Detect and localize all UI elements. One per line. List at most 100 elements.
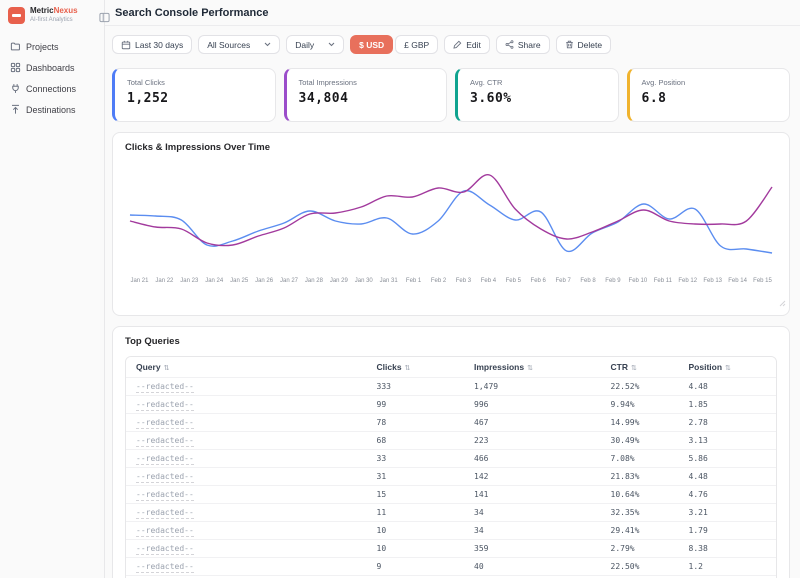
value-cell: 31 <box>367 468 465 486</box>
sidebar-nav: Projects Dashboards Connections Destination… <box>8 38 96 118</box>
x-tick-label: Feb 1 <box>401 278 426 284</box>
value-cell: 1.79 <box>679 522 777 540</box>
value-cell: 99 <box>367 396 465 414</box>
app-logo-icon <box>8 7 25 24</box>
value-cell: 142 <box>464 468 601 486</box>
column-header-query[interactable]: Query⇅ <box>126 357 367 378</box>
table-header-row: Query⇅Clicks⇅Impressions⇅CTR⇅Position⇅ <box>126 357 776 378</box>
x-tick-label: Jan 25 <box>227 278 252 284</box>
stat-label: Avg. Position <box>642 78 778 87</box>
sidebar-item-connections[interactable]: Connections <box>8 80 96 97</box>
column-header-ctr[interactable]: CTR⇅ <box>601 357 679 378</box>
x-tick-label: Feb 7 <box>551 278 576 284</box>
currency-gbp-button[interactable]: £ GBP <box>395 35 438 54</box>
value-cell: 34 <box>464 522 601 540</box>
sidebar-item-projects[interactable]: Projects <box>8 38 96 55</box>
table-row: --redacted--113432.35%3.21 <box>126 504 776 522</box>
x-tick-label: Feb 14 <box>725 278 750 284</box>
edit-button[interactable]: Edit <box>444 35 490 54</box>
value-cell: 1.85 <box>679 396 777 414</box>
table-row: --redacted--6822330.49%3.13 <box>126 432 776 450</box>
x-tick-label: Jan 27 <box>277 278 302 284</box>
table-row: --redacted--999969.94%1.85 <box>126 396 776 414</box>
value-cell: 7.08% <box>601 450 679 468</box>
value-cell: 30.49% <box>601 432 679 450</box>
chart-title: Clicks & Impressions Over Time <box>125 142 777 153</box>
value-cell: 4.48 <box>679 468 777 486</box>
value-cell: 8.38 <box>679 540 777 558</box>
value-cell: 14.99% <box>601 414 679 432</box>
value-cell: 359 <box>464 540 601 558</box>
sort-icon: ⇅ <box>164 365 170 372</box>
x-tick-label: Jan 23 <box>177 278 202 284</box>
x-tick-label: Feb 2 <box>426 278 451 284</box>
top-queries-card: Top Queries Query⇅Clicks⇅Impressions⇅CTR… <box>112 326 790 578</box>
sort-icon: ⇅ <box>527 365 533 372</box>
brand: MetricNexus AI-first Analytics <box>8 7 96 24</box>
stat-value: 3.60% <box>470 91 606 106</box>
table-row: --redacted--1514110.64%4.76 <box>126 486 776 504</box>
column-header-position[interactable]: Position⇅ <box>679 357 777 378</box>
table-row: --redacted--3114221.83%4.48 <box>126 468 776 486</box>
query-cell: --redacted-- <box>126 522 367 540</box>
value-cell: 10.64% <box>601 486 679 504</box>
value-cell: 10 <box>367 522 465 540</box>
sidebar: MetricNexus AI-first Analytics Projects D… <box>0 0 105 578</box>
x-tick-label: Feb 8 <box>576 278 601 284</box>
chart-plot <box>125 163 777 275</box>
page-header: Search Console Performance <box>105 0 800 26</box>
query-cell: --redacted-- <box>126 378 367 396</box>
x-tick-label: Feb 4 <box>476 278 501 284</box>
sidebar-item-destinations[interactable]: Destinations <box>8 101 96 118</box>
calendar-icon <box>121 40 131 50</box>
value-cell: 33 <box>367 450 465 468</box>
table-title: Top Queries <box>125 336 777 347</box>
value-cell: 32.35% <box>601 504 679 522</box>
upload-icon <box>10 104 21 115</box>
chart-card: Clicks & Impressions Over Time Jan 21Jan… <box>112 132 790 316</box>
toolbar: Last 30 days All Sources Daily $ USD £ G… <box>112 35 790 54</box>
value-cell: 223 <box>464 432 601 450</box>
value-cell: 2.78 <box>679 414 777 432</box>
page-title: Search Console Performance <box>115 7 268 19</box>
table-row: --redacted--3331,47922.52%4.48 <box>126 378 776 396</box>
brand-name: MetricNexus <box>30 7 78 16</box>
currency-usd-button[interactable]: $ USD <box>350 35 393 54</box>
table-row: --redacted--103429.41%1.79 <box>126 522 776 540</box>
value-cell: 9 <box>367 558 465 576</box>
line-chart: Jan 21Jan 22Jan 23Jan 24Jan 25Jan 26Jan … <box>125 163 777 284</box>
value-cell: 29.41% <box>601 522 679 540</box>
pencil-icon <box>453 40 462 49</box>
top-queries-table: Query⇅Clicks⇅Impressions⇅CTR⇅Position⇅ -… <box>125 356 777 578</box>
x-tick-label: Jan 30 <box>351 278 376 284</box>
query-cell: --redacted-- <box>126 504 367 522</box>
x-tick-label: Feb 3 <box>451 278 476 284</box>
main-area: Search Console Performance Last 30 days … <box>105 0 800 578</box>
stat-cards: Total Clicks1,252Total Impressions34,804… <box>112 68 790 122</box>
column-header-impressions[interactable]: Impressions⇅ <box>464 357 601 378</box>
sort-icon: ⇅ <box>725 365 731 372</box>
share-button[interactable]: Share <box>496 35 550 54</box>
date-range-button[interactable]: Last 30 days <box>112 35 192 54</box>
query-cell: --redacted-- <box>126 432 367 450</box>
query-cell: --redacted-- <box>126 540 367 558</box>
value-cell: 11 <box>367 504 465 522</box>
chart-resize-handle[interactable] <box>778 294 786 312</box>
column-header-clicks[interactable]: Clicks⇅ <box>367 357 465 378</box>
table-row: --redacted--7846714.99%2.78 <box>126 414 776 432</box>
x-tick-label: Feb 6 <box>526 278 551 284</box>
delete-button[interactable]: Delete <box>556 35 612 54</box>
table-row: --redacted--94022.50%1.2 <box>126 558 776 576</box>
chevron-down-icon <box>328 42 335 47</box>
sidebar-item-label: Dashboards <box>26 63 75 73</box>
granularity-select[interactable]: Daily <box>286 35 344 54</box>
x-tick-label: Feb 9 <box>601 278 626 284</box>
sidebar-item-label: Connections <box>26 84 76 94</box>
query-cell: --redacted-- <box>126 450 367 468</box>
sort-icon: ⇅ <box>405 365 411 372</box>
value-cell: 34 <box>464 504 601 522</box>
sidebar-item-dashboards[interactable]: Dashboards <box>8 59 96 76</box>
value-cell: 141 <box>464 486 601 504</box>
x-tick-label: Jan 26 <box>252 278 277 284</box>
source-select[interactable]: All Sources <box>198 35 280 54</box>
